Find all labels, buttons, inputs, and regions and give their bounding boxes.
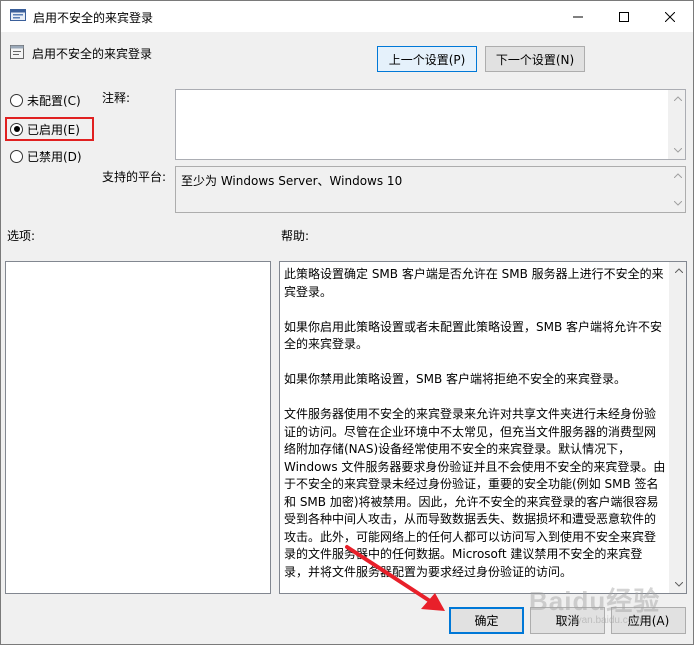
minimize-button[interactable] (555, 1, 601, 32)
options-pane[interactable] (5, 261, 271, 594)
app-icon (10, 9, 26, 23)
platform-scrollbar[interactable] (668, 167, 685, 212)
radio-label: 未配置(C) (27, 93, 81, 108)
radio-label: 已禁用(D) (27, 149, 82, 164)
radio-circle[interactable] (10, 149, 23, 163)
policy-name: 启用不安全的来宾登录 (32, 47, 153, 61)
help-label: 帮助: (281, 229, 310, 243)
options-label: 选项: (7, 229, 36, 243)
scroll-down-arrow[interactable] (669, 142, 686, 159)
window-title: 启用不安全的来宾登录 (33, 11, 154, 25)
comment-label: 注释: (102, 91, 131, 105)
comment-textarea[interactable] (175, 89, 686, 160)
help-paragraph: 此策略设置确定 SMB 客户端是否允许在 SMB 服务器上进行不安全的来宾登录。 (284, 267, 664, 299)
maximize-button[interactable] (601, 1, 647, 32)
help-scrollbar[interactable] (669, 262, 686, 593)
radio-circle[interactable] (10, 93, 23, 107)
scroll-down-arrow[interactable] (670, 576, 687, 593)
close-icon (665, 11, 675, 22)
platform-value: 至少为 Windows Server、Windows 10 (181, 174, 403, 188)
help-paragraph: 如果你启用此策略设置或者未配置此策略设置，SMB 客户端将允许不安全的来宾登录。 (284, 319, 663, 352)
annotation-arrow-icon (345, 545, 445, 611)
policy-icon (9, 44, 25, 60)
comment-scrollbar[interactable] (668, 90, 685, 159)
platform-box: 至少为 Windows Server、Windows 10 (175, 166, 686, 213)
title-bar[interactable]: 启用不安全的来宾登录 (1, 1, 693, 32)
radio-not-configured[interactable]: 未配置(C) (10, 91, 81, 109)
next-setting-button[interactable]: 下一个设置(N) (485, 46, 585, 72)
maximize-icon (619, 11, 629, 22)
platform-label: 支持的平台: (102, 170, 167, 184)
help-paragraph: 如果你禁用此策略设置，SMB 客户端将拒绝不安全的来宾登录。 (284, 372, 627, 386)
scroll-down-arrow[interactable] (669, 195, 686, 212)
radio-disabled[interactable]: 已禁用(D) (10, 147, 82, 165)
apply-button[interactable]: 应用(A) (611, 607, 686, 634)
scroll-up-arrow[interactable] (670, 262, 687, 279)
close-button[interactable] (647, 1, 693, 32)
cancel-button[interactable]: 取消 (530, 607, 605, 634)
scroll-up-arrow[interactable] (669, 90, 686, 107)
minimize-icon (573, 12, 583, 22)
scroll-up-arrow[interactable] (669, 167, 686, 184)
previous-setting-button[interactable]: 上一个设置(P) (377, 46, 477, 72)
policy-setting-window: 启用不安全的来宾登录 启用不安全的来宾登录 上一个设置(P) 下一个设置(N) (0, 0, 694, 645)
enabled-highlight-box (5, 117, 94, 141)
